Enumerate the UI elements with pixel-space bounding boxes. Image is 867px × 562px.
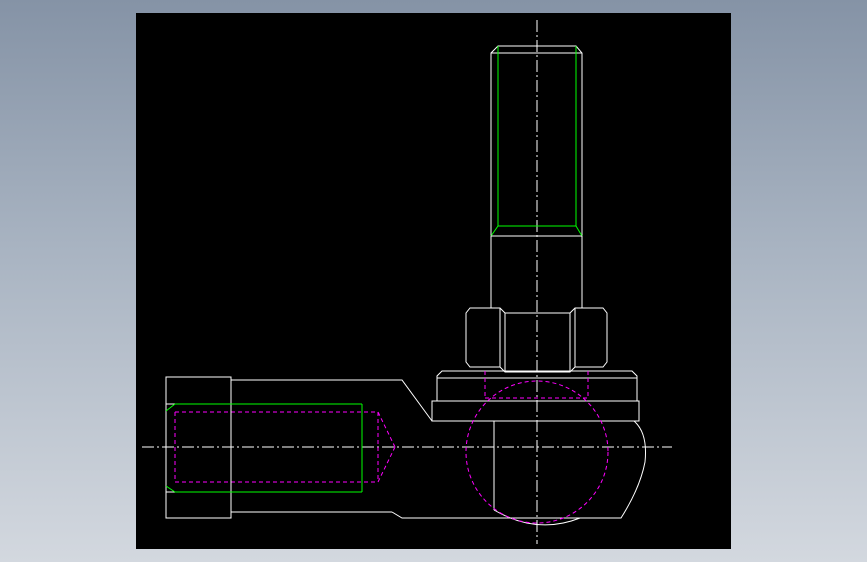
cad-drawing[interactable] [0,0,867,562]
lower-flange [431,400,640,422]
shank-thread [165,403,363,493]
flange [431,370,640,422]
housing-body [391,420,646,519]
neck-top [392,379,433,422]
centerlines [142,20,672,544]
